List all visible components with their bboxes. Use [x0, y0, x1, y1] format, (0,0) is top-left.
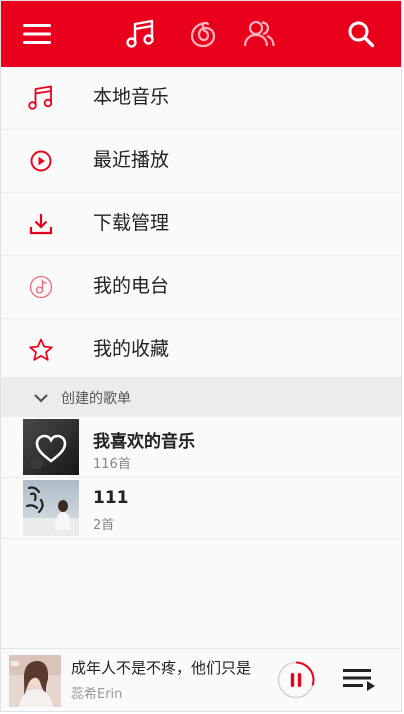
menu-item-label: 下载管理 — [93, 212, 170, 234]
now-playing-cover — [9, 655, 61, 707]
pause-icon — [290, 673, 302, 687]
now-playing-artist: 蕊希Erin — [71, 687, 123, 702]
music-note-icon — [25, 84, 57, 112]
hamburger-menu-icon[interactable] — [19, 1, 55, 67]
search-icon[interactable] — [341, 1, 381, 67]
mini-player[interactable]: 成年人不是不疼，他们只是 蕊希Erin — [1, 648, 401, 711]
radio-icon — [25, 273, 57, 301]
menu-item-favorites[interactable]: 我的收藏 — [1, 319, 401, 382]
friends-icon — [243, 20, 275, 47]
menu-item-recent[interactable]: 最近播放 — [1, 130, 401, 193]
download-icon — [25, 210, 57, 238]
menu-item-label: 最近播放 — [93, 149, 170, 171]
playlist-cover — [23, 480, 79, 536]
menu-item-label: 我的收藏 — [93, 338, 170, 360]
menu-item-radio[interactable]: 我的电台 — [1, 256, 401, 319]
playlist-name: 我喜欢的音乐 — [93, 432, 195, 452]
app-frame: 本地音乐 最近播放 下载管理 我的电台 我的收藏 创建的歌单 我喜欢的音乐 11… — [0, 0, 402, 712]
playlist-count: 116首 — [93, 457, 131, 472]
playlist-item[interactable]: 111 2首 — [1, 478, 401, 539]
tab-discover[interactable] — [183, 1, 223, 67]
star-icon — [25, 336, 57, 364]
tab-friends[interactable] — [239, 1, 279, 67]
section-title: 创建的歌单 — [61, 391, 131, 407]
top-bar — [1, 1, 401, 67]
my-music-menu: 本地音乐 最近播放 下载管理 我的电台 我的收藏 — [1, 67, 401, 382]
playlist-icon[interactable] — [341, 665, 379, 695]
menu-item-label: 我的电台 — [93, 275, 170, 297]
play-pause-button[interactable] — [276, 660, 316, 700]
created-playlists-header[interactable]: 创建的歌单 — [1, 377, 401, 417]
menu-item-local-music[interactable]: 本地音乐 — [1, 67, 401, 130]
playlist-count: 2首 — [93, 518, 115, 533]
menu-item-downloads[interactable]: 下载管理 — [1, 193, 401, 256]
tab-music[interactable] — [121, 1, 161, 67]
playlist-cover — [23, 419, 79, 475]
disc-icon — [190, 21, 216, 48]
menu-item-label: 本地音乐 — [93, 86, 170, 108]
now-playing-title: 成年人不是不疼，他们只是 — [71, 659, 252, 677]
chevron-down-icon — [33, 390, 49, 404]
music-note-icon — [126, 19, 154, 48]
playlist-name: 111 — [93, 488, 129, 508]
play-circle-icon — [25, 147, 57, 175]
playlist-item[interactable]: 我喜欢的音乐 116首 — [1, 417, 401, 478]
